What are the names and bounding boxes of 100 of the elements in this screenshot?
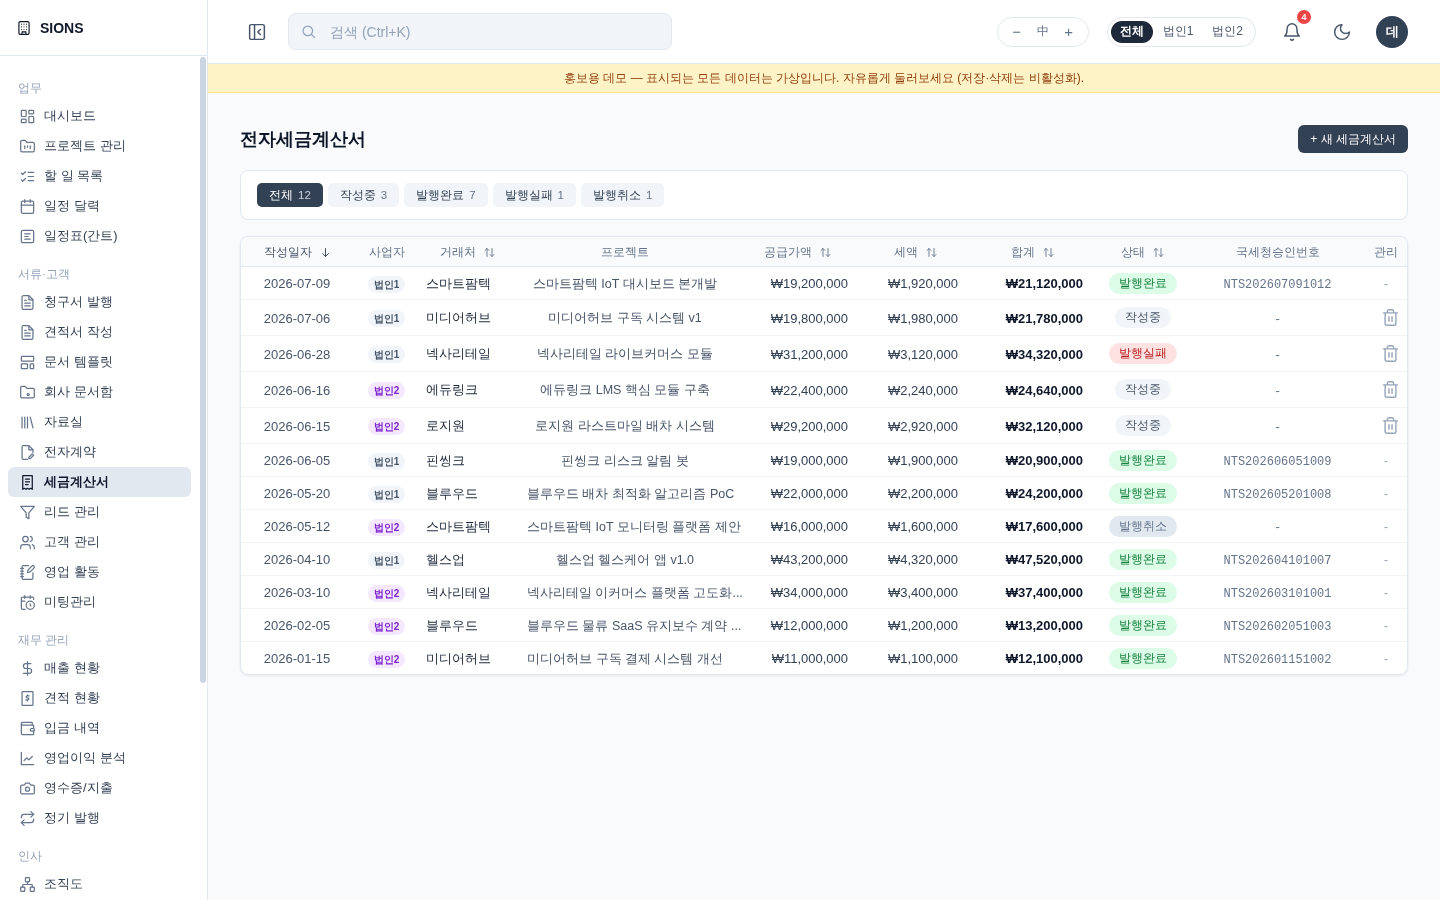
status-badge: 발행완료	[1108, 482, 1177, 504]
sort-header[interactable]: 합계	[1011, 244, 1054, 261]
supply-amount: ₩43,200,000	[770, 552, 848, 567]
nav-item[interactable]: 견적 현황	[8, 683, 191, 713]
scope-tab[interactable]: 법인2	[1203, 20, 1252, 43]
entity-badge: 법인1	[367, 452, 406, 470]
zoom-out-button[interactable]: −	[1004, 19, 1029, 44]
approval-number: -	[1273, 348, 1282, 363]
supply-amount: ₩19,800,000	[770, 310, 848, 326]
document-icon	[20, 294, 35, 310]
tax-amount: ₩1,900,000	[887, 453, 958, 468]
nav-item[interactable]: 문서 템플릿	[8, 347, 191, 377]
date: 2026-01-15	[263, 651, 331, 666]
nav-item[interactable]: 정기 발행	[8, 803, 191, 833]
total-amount: ₩24,640,000	[1005, 382, 1083, 398]
nav-item[interactable]: 리드 관리	[8, 497, 191, 527]
funnel-icon	[20, 504, 35, 520]
trash-icon[interactable]	[1382, 381, 1399, 398]
folder-icon	[20, 384, 35, 400]
trash-icon[interactable]	[1382, 345, 1399, 362]
nav-item[interactable]: 할 일 목록	[8, 161, 191, 191]
approval-number: -	[1273, 384, 1282, 399]
nav-item[interactable]: 영업 활동	[8, 557, 191, 587]
nav-item[interactable]: 고객 관리	[8, 527, 191, 557]
moon-icon[interactable]	[1333, 22, 1351, 41]
new-invoice-button[interactable]: + 새 세금계산서	[1298, 125, 1408, 153]
sidebar-toggle-icon[interactable]	[248, 22, 266, 41]
document-icon	[20, 324, 35, 340]
entity-badge: 법인1	[367, 551, 406, 569]
total-amount: ₩20,900,000	[1005, 453, 1083, 468]
date: 2026-06-15	[263, 418, 331, 434]
scope-tab[interactable]: 법인1	[1153, 20, 1203, 43]
date: 2026-06-16	[263, 382, 331, 398]
status-badge: 작성중	[1114, 415, 1171, 436]
filter-tab[interactable]: 발행완료 7	[404, 183, 488, 207]
nav-item[interactable]: 일정 달력	[8, 191, 191, 221]
nav-item[interactable]: 프로젝트 관리	[8, 131, 191, 161]
supply-amount: ₩31,200,000	[770, 346, 848, 362]
supply-amount: ₩12,000,000	[770, 618, 848, 633]
tax-amount: ₩1,980,000	[887, 310, 958, 326]
trash-icon[interactable]	[1382, 309, 1399, 326]
project-title: 넥사리테일 라이브커머스 모듈	[537, 347, 713, 361]
tax-amount: ₩2,240,000	[887, 382, 958, 398]
nav-item[interactable]: 영업이익 분석	[8, 743, 191, 773]
zoom-in-button[interactable]: +	[1056, 19, 1081, 44]
scope-tab[interactable]: 전체	[1110, 20, 1153, 43]
nav-item[interactable]: 회사 문서함	[8, 377, 191, 407]
date: 2026-05-20	[263, 486, 331, 501]
tax-amount: ₩2,920,000	[887, 418, 958, 434]
nav-item[interactable]: 미팅관리	[8, 587, 191, 617]
project-title: 블루우드 배차 최적화 알고리즘 PoC	[527, 486, 735, 501]
nav-item[interactable]: 매출 현황	[8, 653, 191, 683]
section-label: 업무	[18, 80, 42, 97]
supply-amount: ₩22,400,000	[770, 382, 848, 398]
dash: -	[1384, 619, 1388, 633]
tax-amount: ₩2,200,000	[887, 486, 958, 501]
status-badge: 발행취소	[1108, 515, 1177, 537]
calendar-icon	[20, 198, 35, 214]
dashboard-icon	[20, 108, 35, 124]
nav-item[interactable]: 일정표(간트)	[8, 221, 191, 251]
approval-number: NTS202601151002	[1223, 653, 1332, 667]
nav-item[interactable]: 조직도	[8, 869, 191, 899]
filter-tab[interactable]: 발행취소 1	[581, 183, 665, 207]
approval-number: -	[1273, 312, 1282, 327]
nav-item[interactable]: 대시보드	[8, 101, 191, 131]
tax-amount: ₩1,920,000	[887, 276, 958, 291]
project-title: 넥사리테일 이커머스 플랫폼 고도화...	[527, 585, 743, 600]
total-amount: ₩12,100,000	[1005, 651, 1083, 666]
filter-tab[interactable]: 작성중 3	[327, 183, 400, 207]
project-title: 스마트팜텍 IoT 모니터링 플랫폼 제안	[527, 519, 741, 534]
nav-item[interactable]: 영수증/지출	[8, 773, 191, 803]
nav-item[interactable]: 전자계약	[8, 437, 191, 467]
bell-icon[interactable]	[1283, 22, 1301, 41]
repeat-icon	[20, 810, 35, 826]
tax-amount: ₩1,100,000	[887, 651, 958, 666]
entity-badge: 법인2	[367, 418, 406, 435]
filter-tab[interactable]: 발행실패 1	[492, 183, 576, 207]
trash-icon[interactable]	[1382, 417, 1399, 434]
dash: -	[1384, 553, 1388, 567]
nav-item[interactable]: 견적서 작성	[8, 317, 191, 347]
building-icon	[17, 19, 31, 36]
avatar[interactable]: 데	[1376, 15, 1408, 48]
nav-item[interactable]: 입금 내역	[8, 713, 191, 743]
client-name: 에듀링크	[426, 382, 478, 397]
approval-number: -	[1273, 521, 1282, 535]
total-amount: ₩24,200,000	[1005, 486, 1083, 501]
search-field[interactable]: 검색 (Ctrl+K)	[288, 13, 672, 50]
nav-item[interactable]: 세금계산서	[8, 467, 191, 497]
calendar-clock-icon	[20, 594, 35, 610]
nav-item[interactable]: 청구서 발행	[8, 287, 191, 317]
filter-tab[interactable]: 전체 12	[257, 183, 323, 207]
zoom-level: 中	[1035, 23, 1050, 40]
entity-badge: 법인1	[367, 346, 406, 363]
entity-badge: 법인2	[367, 382, 406, 399]
scrollbar-thumb[interactable]	[200, 57, 206, 683]
nav-item[interactable]: 자료실	[8, 407, 191, 437]
search-icon	[301, 24, 316, 39]
supply-amount: ₩29,200,000	[770, 418, 848, 434]
client-name: 로지원	[426, 418, 465, 433]
client-name: 미디어허브	[426, 650, 491, 666]
